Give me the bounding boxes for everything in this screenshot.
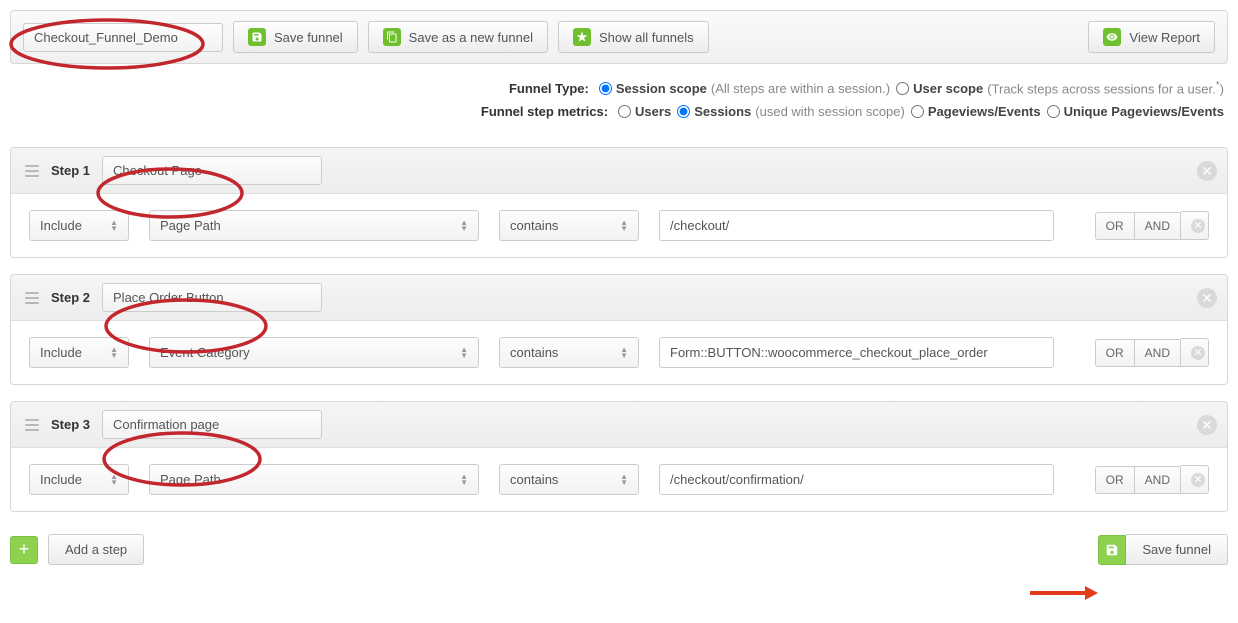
add-step-plus-button[interactable]: + bbox=[10, 536, 38, 564]
metric-upv-text: Unique Pageviews/Events bbox=[1064, 104, 1224, 119]
metric-unique-pageviews[interactable]: Unique Pageviews/Events bbox=[1047, 104, 1224, 119]
operator-label: contains bbox=[510, 218, 558, 233]
operator-select[interactable]: contains▲▼ bbox=[499, 337, 639, 368]
step-name-input[interactable] bbox=[102, 283, 322, 312]
funnel-name-input[interactable] bbox=[23, 23, 223, 52]
drag-handle-icon[interactable] bbox=[25, 165, 39, 177]
step-number-label: Step 2 bbox=[51, 290, 90, 305]
and-button[interactable]: AND bbox=[1134, 466, 1181, 494]
funnel-type-user-radio[interactable] bbox=[896, 82, 909, 95]
and-button[interactable]: AND bbox=[1134, 339, 1181, 367]
dimension-select[interactable]: Event Category▲▼ bbox=[149, 337, 479, 368]
condition-value-input[interactable] bbox=[659, 337, 1054, 368]
star-icon: ★ bbox=[573, 28, 591, 46]
remove-step-button[interactable]: ✕ bbox=[1197, 288, 1217, 308]
operator-select[interactable]: contains▲▼ bbox=[499, 210, 639, 241]
include-label: Include bbox=[40, 345, 82, 360]
session-scope-hint: (All steps are within a session.) bbox=[711, 81, 890, 96]
show-all-funnels-button[interactable]: ★ Show all funnels bbox=[558, 21, 709, 53]
step-condition-row: Include▲▼ Page Path▲▼ contains▲▼ OR AND … bbox=[11, 194, 1227, 257]
metric-sessions-text: Sessions bbox=[694, 104, 751, 119]
funnel-type-label: Funnel Type: bbox=[509, 81, 589, 96]
view-report-button[interactable]: View Report bbox=[1088, 21, 1215, 53]
remove-condition-button[interactable]: ✕ bbox=[1181, 338, 1209, 367]
dimension-label: Page Path bbox=[160, 472, 221, 487]
save-funnel-footer-button[interactable]: Save funnel bbox=[1126, 534, 1228, 565]
save-as-new-label: Save as a new funnel bbox=[409, 30, 533, 45]
save-funnel-footer-icon[interactable] bbox=[1098, 535, 1126, 565]
save-as-new-button[interactable]: Save as a new funnel bbox=[368, 21, 548, 53]
view-report-label: View Report bbox=[1129, 30, 1200, 45]
or-button[interactable]: OR bbox=[1095, 339, 1134, 367]
funnel-metrics-label: Funnel step metrics: bbox=[481, 104, 608, 119]
session-scope-text: Session scope bbox=[616, 81, 707, 96]
metric-pv-text: Pageviews/Events bbox=[928, 104, 1041, 119]
user-scope-hint: (Track steps across sessions for a user.… bbox=[987, 80, 1224, 96]
step-header: Step 3 ✕ bbox=[11, 402, 1227, 448]
remove-step-button[interactable]: ✕ bbox=[1197, 161, 1217, 181]
metric-sessions-hint: (used with session scope) bbox=[755, 104, 905, 119]
add-step-button[interactable]: Add a step bbox=[48, 534, 144, 565]
drag-handle-icon[interactable] bbox=[25, 292, 39, 304]
dimension-select[interactable]: Page Path▲▼ bbox=[149, 464, 479, 495]
remove-condition-button[interactable]: ✕ bbox=[1181, 465, 1209, 494]
metric-users-text: Users bbox=[635, 104, 671, 119]
user-scope-text: User scope bbox=[913, 81, 983, 96]
condition-value-input[interactable] bbox=[659, 464, 1054, 495]
step-name-input[interactable] bbox=[102, 156, 322, 185]
dimension-select[interactable]: Page Path▲▼ bbox=[149, 210, 479, 241]
metric-pv-radio[interactable] bbox=[911, 105, 924, 118]
and-button[interactable]: AND bbox=[1134, 212, 1181, 240]
dimension-label: Event Category bbox=[160, 345, 250, 360]
funnel-type-session[interactable]: Session scope (All steps are within a se… bbox=[599, 81, 890, 96]
funnel-toolbar: Save funnel Save as a new funnel ★ Show … bbox=[10, 10, 1228, 64]
operator-label: contains bbox=[510, 345, 558, 360]
operator-label: contains bbox=[510, 472, 558, 487]
funnel-step: Step 1 ✕ Include▲▼ Page Path▲▼ contains▲… bbox=[10, 147, 1228, 258]
drag-handle-icon[interactable] bbox=[25, 419, 39, 431]
include-label: Include bbox=[40, 472, 82, 487]
eye-icon bbox=[1103, 28, 1121, 46]
save-funnel-button[interactable]: Save funnel bbox=[233, 21, 358, 53]
step-number-label: Step 1 bbox=[51, 163, 90, 178]
dimension-label: Page Path bbox=[160, 218, 221, 233]
step-header: Step 1 ✕ bbox=[11, 148, 1227, 194]
save-funnel-label: Save funnel bbox=[274, 30, 343, 45]
funnel-type-session-radio[interactable] bbox=[599, 82, 612, 95]
step-condition-row: Include▲▼ Page Path▲▼ contains▲▼ OR AND … bbox=[11, 448, 1227, 511]
metric-upv-radio[interactable] bbox=[1047, 105, 1060, 118]
funnel-step: Step 2 ✕ Include▲▼ Event Category▲▼ cont… bbox=[10, 274, 1228, 385]
include-label: Include bbox=[40, 218, 82, 233]
metric-pageviews[interactable]: Pageviews/Events bbox=[911, 104, 1041, 119]
or-button[interactable]: OR bbox=[1095, 466, 1134, 494]
step-name-input[interactable] bbox=[102, 410, 322, 439]
or-button[interactable]: OR bbox=[1095, 212, 1134, 240]
show-all-funnels-label: Show all funnels bbox=[599, 30, 694, 45]
step-header: Step 2 ✕ bbox=[11, 275, 1227, 321]
funnel-step: Step 3 ✕ Include▲▼ Page Path▲▼ contains▲… bbox=[10, 401, 1228, 512]
metric-users[interactable]: Users bbox=[618, 104, 671, 119]
save-icon bbox=[248, 28, 266, 46]
condition-value-input[interactable] bbox=[659, 210, 1054, 241]
copy-icon bbox=[383, 28, 401, 46]
include-exclude-select[interactable]: Include▲▼ bbox=[29, 337, 129, 368]
remove-step-button[interactable]: ✕ bbox=[1197, 415, 1217, 435]
funnel-type-user[interactable]: User scope (Track steps across sessions … bbox=[896, 80, 1224, 96]
include-exclude-select[interactable]: Include▲▼ bbox=[29, 210, 129, 241]
operator-select[interactable]: contains▲▼ bbox=[499, 464, 639, 495]
metric-users-radio[interactable] bbox=[618, 105, 631, 118]
remove-condition-button[interactable]: ✕ bbox=[1181, 211, 1209, 240]
funnel-footer: + Add a step Save funnel bbox=[10, 534, 1228, 565]
metric-sessions-radio[interactable] bbox=[677, 105, 690, 118]
step-condition-row: Include▲▼ Event Category▲▼ contains▲▼ OR… bbox=[11, 321, 1227, 384]
include-exclude-select[interactable]: Include▲▼ bbox=[29, 464, 129, 495]
step-number-label: Step 3 bbox=[51, 417, 90, 432]
funnel-options: Funnel Type: Session scope (All steps ar… bbox=[10, 64, 1228, 131]
metric-sessions[interactable]: Sessions (used with session scope) bbox=[677, 104, 905, 119]
